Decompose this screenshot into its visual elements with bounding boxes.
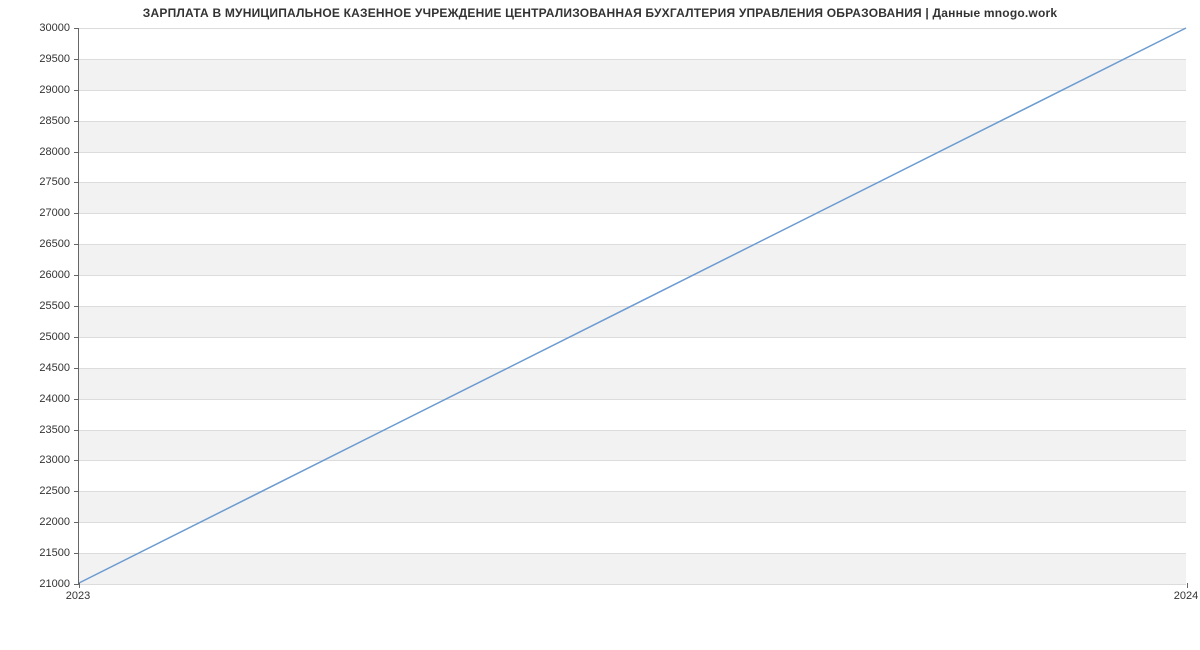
x-tick-label: 2023	[66, 590, 90, 602]
y-tick-mark	[74, 213, 79, 214]
y-tick-mark	[74, 28, 79, 29]
y-tick-mark	[74, 522, 79, 523]
y-tick-label: 30000	[10, 22, 70, 34]
y-tick-label: 24000	[10, 393, 70, 405]
y-tick-label: 21500	[10, 547, 70, 559]
y-tick-label: 25500	[10, 300, 70, 312]
x-tick-mark	[1187, 583, 1188, 588]
y-tick-label: 25000	[10, 331, 70, 343]
y-tick-mark	[74, 368, 79, 369]
y-tick-mark	[74, 90, 79, 91]
y-tick-label: 27500	[10, 176, 70, 188]
y-tick-mark	[74, 182, 79, 183]
y-tick-label: 27000	[10, 207, 70, 219]
y-tick-mark	[74, 460, 79, 461]
y-tick-label: 23000	[10, 454, 70, 466]
y-tick-label: 23500	[10, 424, 70, 436]
chart-container: ЗАРПЛАТА В МУНИЦИПАЛЬНОЕ КАЗЕННОЕ УЧРЕЖД…	[0, 0, 1200, 620]
y-tick-mark	[74, 399, 79, 400]
y-tick-mark	[74, 491, 79, 492]
y-tick-label: 26000	[10, 269, 70, 281]
y-tick-mark	[74, 337, 79, 338]
y-tick-label: 21000	[10, 578, 70, 590]
y-tick-mark	[74, 121, 79, 122]
plot-area	[78, 28, 1186, 584]
y-tick-mark	[74, 306, 79, 307]
y-tick-mark	[74, 553, 79, 554]
y-tick-label: 26500	[10, 238, 70, 250]
y-tick-label: 28000	[10, 146, 70, 158]
x-tick-label: 2024	[1174, 590, 1198, 602]
x-tick-mark	[79, 583, 80, 588]
grid-line	[79, 584, 1186, 585]
y-tick-mark	[74, 275, 79, 276]
chart-title: ЗАРПЛАТА В МУНИЦИПАЛЬНОЕ КАЗЕННОЕ УЧРЕЖД…	[0, 6, 1200, 20]
y-tick-label: 29500	[10, 53, 70, 65]
y-tick-mark	[74, 244, 79, 245]
y-tick-mark	[74, 59, 79, 60]
y-tick-label: 24500	[10, 362, 70, 374]
line-series	[79, 28, 1186, 583]
y-tick-mark	[74, 152, 79, 153]
y-tick-mark	[74, 430, 79, 431]
y-tick-label: 28500	[10, 115, 70, 127]
y-tick-label: 22000	[10, 516, 70, 528]
y-tick-label: 22500	[10, 485, 70, 497]
y-tick-label: 29000	[10, 84, 70, 96]
